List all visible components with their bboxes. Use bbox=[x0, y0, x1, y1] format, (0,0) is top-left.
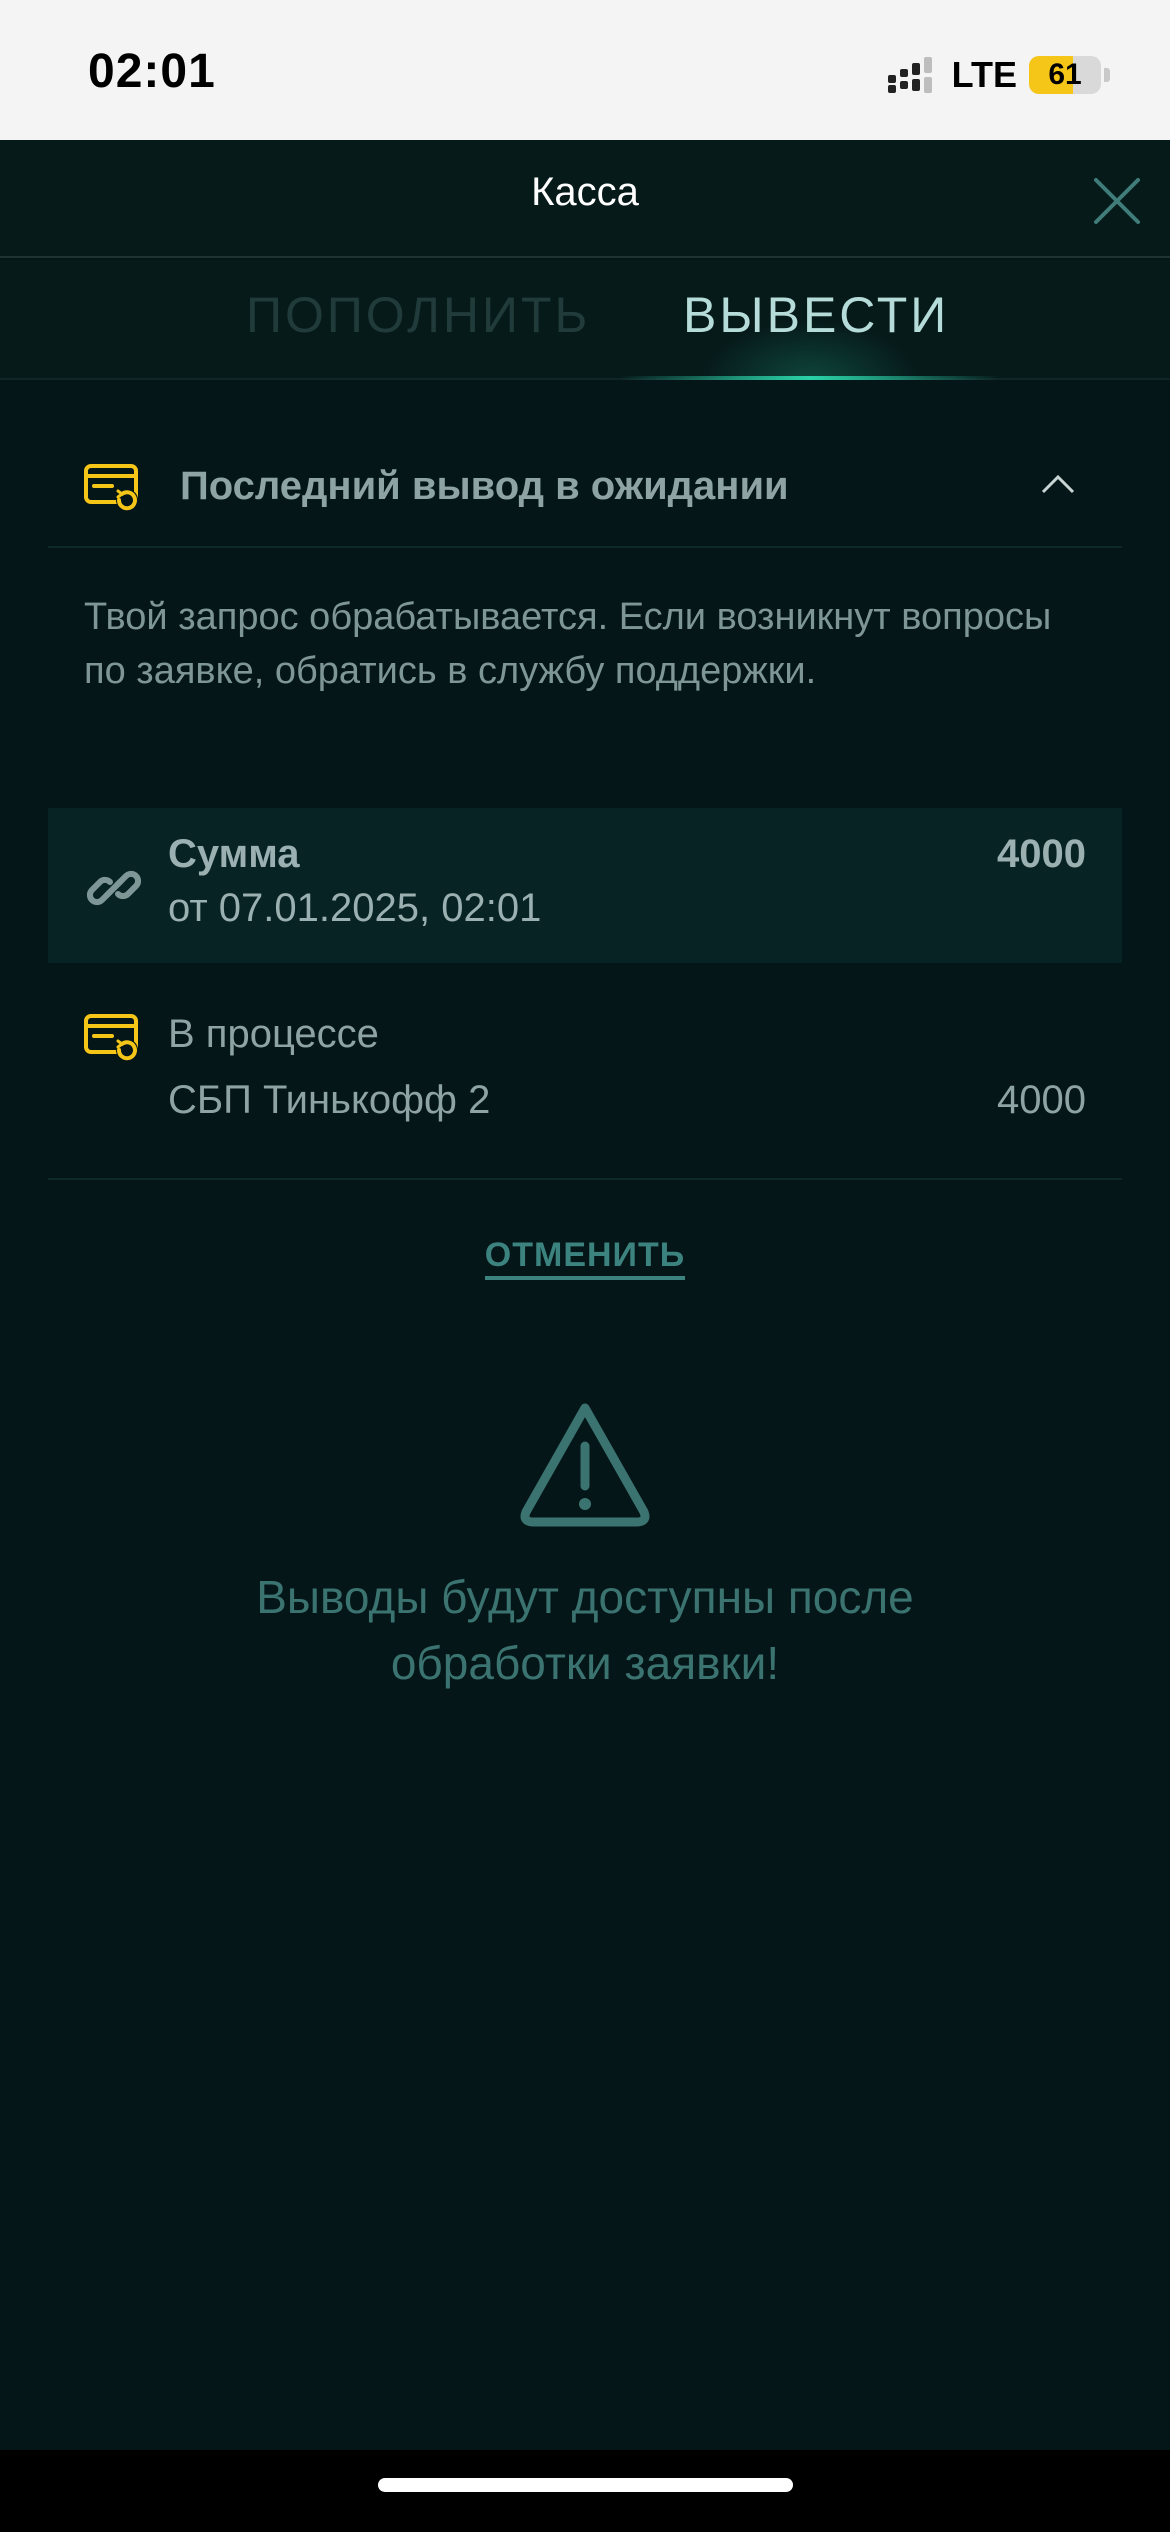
chevron-up-icon[interactable] bbox=[1040, 472, 1076, 496]
card-refresh-icon bbox=[84, 464, 138, 511]
sum-value: 4000 bbox=[997, 832, 1086, 876]
battery-percent: 61 bbox=[1048, 58, 1082, 91]
battery-nub bbox=[1104, 68, 1110, 82]
process-status: В процессе bbox=[168, 1012, 379, 1056]
sum-date: от 07.01.2025, 02:01 bbox=[168, 886, 542, 930]
process-amount: 4000 bbox=[997, 1078, 1086, 1122]
pending-withdrawal-header[interactable]: Последний вывод в ожидании bbox=[48, 440, 1122, 548]
home-indicator-area bbox=[0, 2450, 1170, 2532]
link-icon bbox=[86, 870, 142, 906]
sum-label: Сумма bbox=[168, 832, 300, 876]
status-indicators: LTE 61 bbox=[886, 50, 1110, 100]
signal-icon bbox=[887, 57, 932, 93]
network-label: LTE bbox=[951, 54, 1017, 95]
status-bar: 02:01 LTE 61 bbox=[0, 0, 1170, 140]
withdrawal-process-row: В процессе СБП Тинькофф 2 4000 bbox=[48, 980, 1122, 1180]
cancel-button[interactable]: ОТМЕНИТЬ bbox=[0, 1236, 1170, 1280]
cancel-button-label: ОТМЕНИТЬ bbox=[484, 1236, 686, 1280]
card-refresh-icon bbox=[84, 1014, 138, 1061]
home-indicator[interactable] bbox=[378, 2478, 793, 2492]
withdrawal-sum-card: Сумма от 07.01.2025, 02:01 4000 bbox=[48, 808, 1122, 963]
tab-bar: ПОПОЛНИТЬ ВЫВЕСТИ bbox=[0, 260, 1170, 380]
cashier-header: Касса bbox=[0, 140, 1170, 258]
close-icon[interactable] bbox=[1090, 174, 1144, 228]
tab-withdraw[interactable]: ВЫВЕСТИ bbox=[683, 286, 949, 344]
tab-deposit[interactable]: ПОПОЛНИТЬ bbox=[246, 286, 590, 344]
status-time: 02:01 bbox=[88, 45, 216, 98]
tab-active-underline bbox=[620, 376, 1000, 380]
battery-icon: 61 bbox=[1029, 56, 1101, 94]
pending-info-text: Твой запрос обрабатывается. Если возникн… bbox=[84, 596, 1052, 692]
payment-method: СБП Тинькофф 2 bbox=[168, 1078, 491, 1122]
warning-text: Выводы будут доступны после обработки за… bbox=[256, 1571, 914, 1689]
page-title: Касса bbox=[531, 170, 639, 214]
pending-withdrawal-title: Последний вывод в ожидании bbox=[180, 464, 789, 508]
warning-icon bbox=[520, 1403, 650, 1527]
